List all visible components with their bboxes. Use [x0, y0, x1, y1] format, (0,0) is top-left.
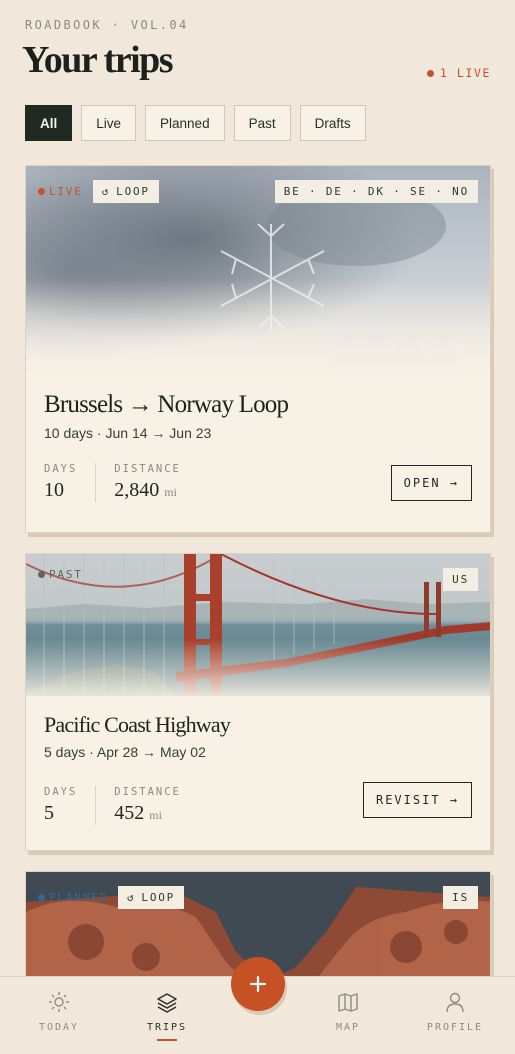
- filter-chips: All Live Planned Past Drafts: [25, 105, 366, 141]
- trip-hero-image: PAST US: [26, 554, 490, 696]
- stat-value: 452 mi: [114, 802, 181, 825]
- live-dot-icon: [426, 69, 434, 77]
- stat-distance: DISTANCE 452 mi: [95, 786, 199, 825]
- filter-planned[interactable]: Planned: [145, 105, 225, 141]
- stat-label: DISTANCE: [114, 786, 181, 798]
- trip-title: Brussels → Norway Loop: [44, 391, 289, 418]
- distance-unit: mi: [164, 485, 177, 499]
- open-button[interactable]: OPEN →: [390, 465, 472, 501]
- stat-days: DAYS 10: [44, 463, 95, 502]
- loop-tag-label: LOOP: [141, 891, 176, 904]
- sun-icon: [49, 992, 69, 1012]
- tab-today[interactable]: TODAY: [14, 991, 104, 1033]
- add-trip-button[interactable]: [231, 957, 285, 1011]
- tab-trips[interactable]: TRIPS: [122, 991, 212, 1041]
- page-title: Your trips: [22, 39, 174, 81]
- stat-days: DAYS 5: [44, 786, 95, 825]
- layers-icon: [157, 993, 177, 1013]
- stat-label: DAYS: [44, 786, 78, 798]
- distance-unit: mi: [149, 808, 162, 822]
- eyebrow: ROADBOOK · VOL.04: [25, 18, 189, 32]
- loop-tag: ↺ LOOP: [92, 180, 159, 203]
- distance-value: 2,840: [114, 479, 160, 501]
- status-dot-icon: [38, 894, 45, 901]
- tab-label: TRIPS: [146, 1022, 188, 1033]
- user-icon: [446, 992, 464, 1013]
- stat-distance: DISTANCE 2,840 mi: [95, 463, 199, 502]
- trip-hero-image: LIVE ↺ LOOP BE · DE · DK · SE · NO: [26, 166, 490, 373]
- filter-drafts[interactable]: Drafts: [299, 105, 366, 141]
- stat-value: 5: [44, 802, 54, 824]
- status-badge: LIVE: [38, 185, 83, 198]
- countries-badge: IS: [443, 886, 478, 909]
- trip-dates: 10 days · Jun 14 → Jun 23: [44, 425, 212, 441]
- trip-dates: 5 days · Apr 28 → May 02: [44, 744, 206, 760]
- status-dot-icon: [38, 188, 45, 195]
- stat-value: 2,840 mi: [114, 479, 181, 502]
- status-label: PLANNED: [49, 891, 108, 904]
- countries-badge: US: [443, 568, 478, 591]
- active-tab-indicator: [157, 1039, 177, 1041]
- trip-title: Pacific Coast Highway: [44, 712, 231, 737]
- tab-map[interactable]: MAP: [303, 991, 393, 1033]
- filter-all[interactable]: All: [25, 105, 73, 141]
- tab-bar: TODAY TRIPS MAP PROFILE: [0, 957, 515, 1054]
- status-badge: PLANNED: [38, 891, 108, 904]
- tab-label: TODAY: [38, 1022, 80, 1033]
- tab-profile[interactable]: PROFILE: [410, 991, 500, 1033]
- countries-badge: BE · DE · DK · SE · NO: [274, 180, 478, 203]
- tab-label: PROFILE: [426, 1022, 484, 1033]
- live-count-label: 1 LIVE: [439, 66, 491, 80]
- stat-label: DISTANCE: [114, 463, 181, 475]
- tab-label: MAP: [335, 1022, 361, 1033]
- status-badge: PAST: [38, 568, 83, 581]
- map-icon: [338, 993, 358, 1012]
- distance-value: 452: [114, 802, 145, 824]
- trip-card[interactable]: LIVE ↺ LOOP BE · DE · DK · SE · NO Bruss…: [25, 165, 491, 533]
- stat-value: 10: [44, 479, 64, 501]
- status-label: PAST: [49, 568, 83, 581]
- status-dot-icon: [38, 571, 45, 578]
- stat-label: DAYS: [44, 463, 78, 475]
- loop-tag: ↺ LOOP: [117, 886, 185, 909]
- loop-icon: ↺: [101, 185, 111, 198]
- filter-live[interactable]: Live: [81, 105, 137, 141]
- live-count[interactable]: 1 LIVE: [426, 66, 491, 80]
- revisit-button[interactable]: REVISIT →: [362, 782, 472, 818]
- status-label: LIVE: [49, 185, 83, 198]
- trip-card[interactable]: PAST US Pacific Coast Highway 5 days · A…: [25, 553, 491, 851]
- loop-icon: ↺: [126, 891, 136, 904]
- filter-past[interactable]: Past: [233, 105, 291, 141]
- loop-tag-label: LOOP: [116, 185, 150, 198]
- plus-icon: [249, 975, 267, 993]
